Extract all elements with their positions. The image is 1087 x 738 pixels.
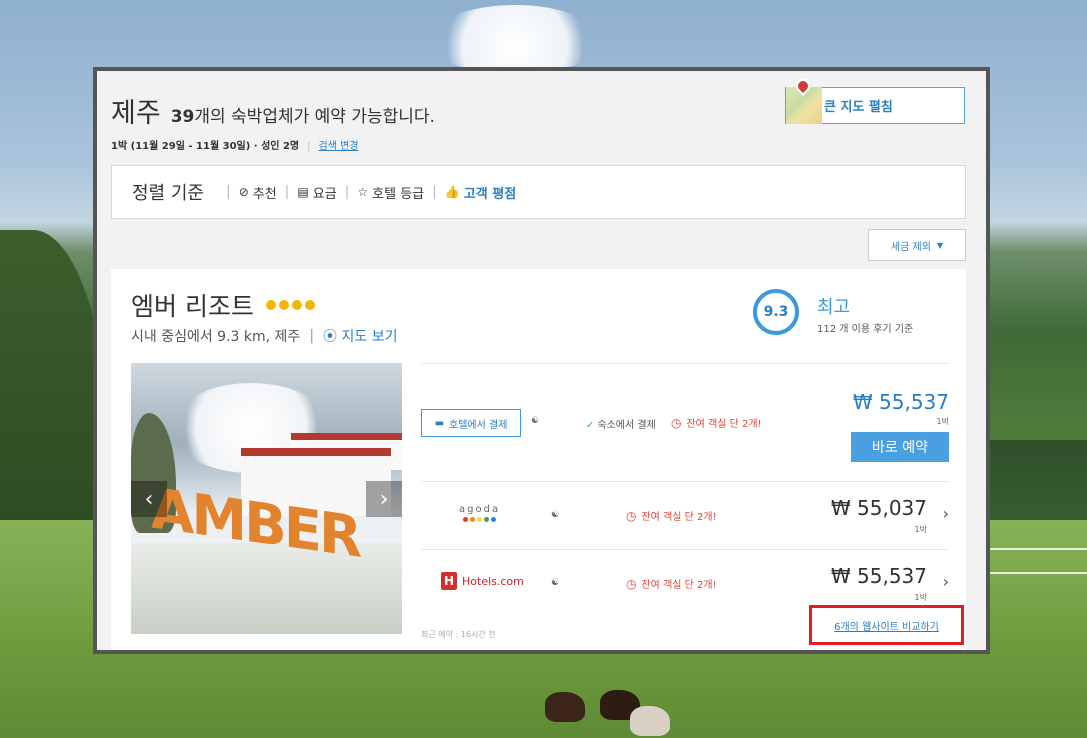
hotel-card: 엠버 리조트 시내 중심에서 9.3 km, 제주 | ⦿ 지도 보기 9.3 … xyxy=(111,269,966,650)
sort-option-star-rating[interactable]: ☆ 호텔 등급 xyxy=(357,183,424,202)
sort-option-price[interactable]: ▤ 요금 xyxy=(297,183,336,202)
background-fence xyxy=(990,548,1087,574)
open-map-label: 큰 지도 펼침 xyxy=(824,100,893,115)
pay-at-hotel-badge[interactable]: ▬ 호텔에서 결제 xyxy=(421,409,521,437)
caret-down-icon: ▼ xyxy=(936,240,944,250)
hotel-location: 시내 중심에서 9.3 km, 제주 | ⦿ 지도 보기 xyxy=(131,326,398,346)
clock-icon: ◷ xyxy=(626,576,637,591)
map-pin-icon xyxy=(793,76,813,96)
star-dot-icon xyxy=(291,300,302,310)
rooms-left-alert: ◷ 잔여 객실 단 2개! xyxy=(671,415,762,431)
sort-option-recommended[interactable]: ⊘ 추천 xyxy=(239,183,277,202)
background-cloud xyxy=(430,5,600,75)
hotel-name[interactable]: 엠버 리조트 xyxy=(131,287,254,323)
money-icon: ▤ xyxy=(297,185,309,199)
offer-price: ₩ 55,537 xyxy=(830,564,927,588)
rooms-left-alert: ◷ 잔여 객실 단 2개! xyxy=(626,508,717,524)
star-dot-icon xyxy=(278,300,289,310)
korea-flag-icon: ☯ xyxy=(531,416,540,426)
photo-prev-icon[interactable]: ‹ xyxy=(131,481,167,517)
sort-title: 정렬 기준 xyxy=(132,183,204,204)
korea-flag-icon: ☯ xyxy=(551,578,560,588)
thumbs-up-icon: 👍 xyxy=(444,185,460,199)
agoda-logo: agoda xyxy=(459,504,500,522)
search-summary: 1박 (11월 29일 - 11월 30일) · 성인 2명 | 검색 변경 xyxy=(111,141,359,152)
pay-onsite-note: ✓ 숙소에서 결제 xyxy=(586,420,656,431)
location-pin-icon: ⦿ xyxy=(323,329,342,345)
hotel-photo[interactable]: AMBER ‹ › xyxy=(131,363,402,634)
compare-highlight-box: 6개의 웹사이트 비교하기 xyxy=(809,605,964,645)
star-dot-icon xyxy=(304,300,315,310)
map-thumbnail-icon xyxy=(786,76,822,124)
rooms-left-alert: ◷ 잔여 객실 단 2개! xyxy=(626,576,717,592)
bed-icon: ▬ xyxy=(434,417,445,429)
review-count: 112 개 이용 후기 기준 xyxy=(817,324,914,335)
sort-option-guest-rating[interactable]: 👍 고객 평점 xyxy=(445,183,516,202)
hotel-star-rating xyxy=(265,300,315,310)
rating-score: 9.3 xyxy=(753,289,799,335)
offer-row: ▬ 호텔에서 결제 ☯ ✓ 숙소에서 결제 ◷ 잔여 객실 단 2개! ₩ 55,53… xyxy=(421,363,949,482)
photo-next-icon[interactable]: › xyxy=(366,481,402,517)
check-icon: ✓ xyxy=(586,420,595,431)
clock-icon: ◷ xyxy=(626,508,637,523)
book-now-button[interactable]: 바로 예약 xyxy=(851,432,949,462)
rating-word: 최고 xyxy=(817,297,851,318)
tax-toggle-dropdown[interactable]: 세금 제외 ▼ xyxy=(868,229,966,261)
view-map-link[interactable]: ⦿ 지도 보기 xyxy=(323,326,397,346)
sort-bar: 정렬 기준 | ⊘ 추천 | ▤ 요금 | ☆ 호텔 등급 | 👍 고객 평점 xyxy=(111,165,966,219)
per-night-label: 1박 xyxy=(914,593,927,602)
availability-count: 39개의 숙박업체가 예약 가능합니다. xyxy=(170,107,435,127)
recent-booking-note: 최근 예약 : 16시간 전 xyxy=(421,630,496,639)
background-horse xyxy=(630,706,670,736)
star-icon: ☆ xyxy=(357,185,369,199)
check-circle-icon: ⊘ xyxy=(238,185,249,199)
star-dot-icon xyxy=(265,300,276,310)
offer-price: ₩ 55,037 xyxy=(830,496,927,520)
background-horse xyxy=(545,692,585,722)
results-title: 제주 39개의 숙박업체가 예약 가능합니다. xyxy=(111,91,435,130)
open-map-button[interactable]: 큰 지도 펼침 xyxy=(785,76,965,124)
search-results-panel: 제주 39개의 숙박업체가 예약 가능합니다. 1박 (11월 29일 - 11… xyxy=(93,67,990,654)
change-search-link[interactable]: 검색 변경 xyxy=(319,141,359,152)
chevron-right-icon: › xyxy=(942,504,949,523)
offer-row[interactable]: agoda ☯ ◷ 잔여 객실 단 2개! ₩ 55,037 1박 › xyxy=(421,481,949,550)
per-night-label: 1박 xyxy=(936,417,949,426)
offer-price: ₩ 55,537 xyxy=(852,390,949,414)
korea-flag-icon: ☯ xyxy=(551,510,560,520)
chevron-right-icon: › xyxy=(942,572,949,591)
per-night-label: 1박 xyxy=(914,525,927,534)
compare-sites-link[interactable]: 6개의 웹사이트 비교하기 xyxy=(834,618,939,633)
clock-icon: ◷ xyxy=(671,415,682,430)
hotelscom-logo: H Hotels.com xyxy=(441,572,524,590)
city-name: 제주 xyxy=(111,98,161,129)
